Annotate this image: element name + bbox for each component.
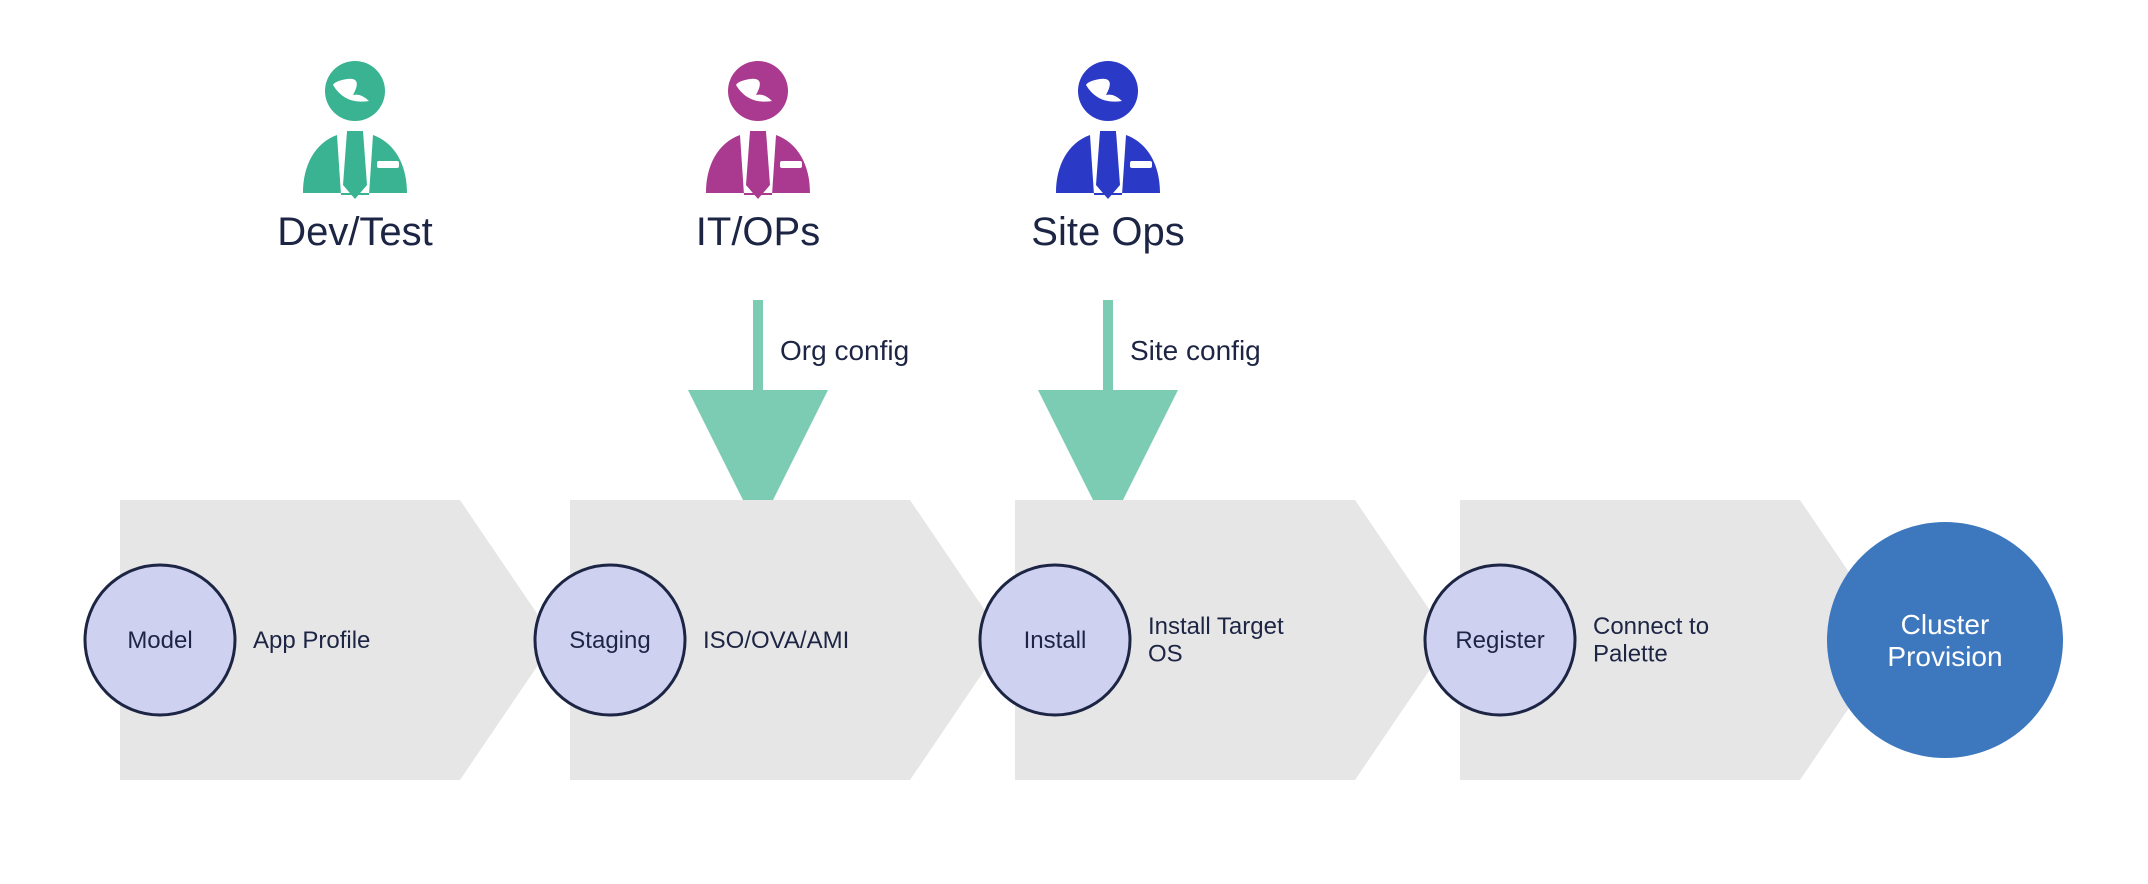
stage-title-2: Install [1024,627,1087,654]
stage-desc-0: App Profile [253,627,370,654]
role-site-icon [1056,61,1160,199]
stage-desc-1: ISO/OVA/AMI [703,627,849,654]
role-site-label: Site Ops [1031,210,1184,254]
stage-title-3: Register [1455,627,1544,654]
role-it-icon [706,61,810,199]
config-arrow-1-label: Site config [1130,335,1261,366]
stage-title-1: Staging [569,627,650,654]
config-arrow-0-label: Org config [780,335,909,366]
final-circle [1827,522,2063,758]
role-dev-icon [303,61,407,199]
stage-title-0: Model [127,627,192,654]
role-dev-label: Dev/Test [277,210,433,254]
final-label: ClusterProvision [1887,609,2002,672]
role-it-label: IT/OPs [696,210,820,254]
